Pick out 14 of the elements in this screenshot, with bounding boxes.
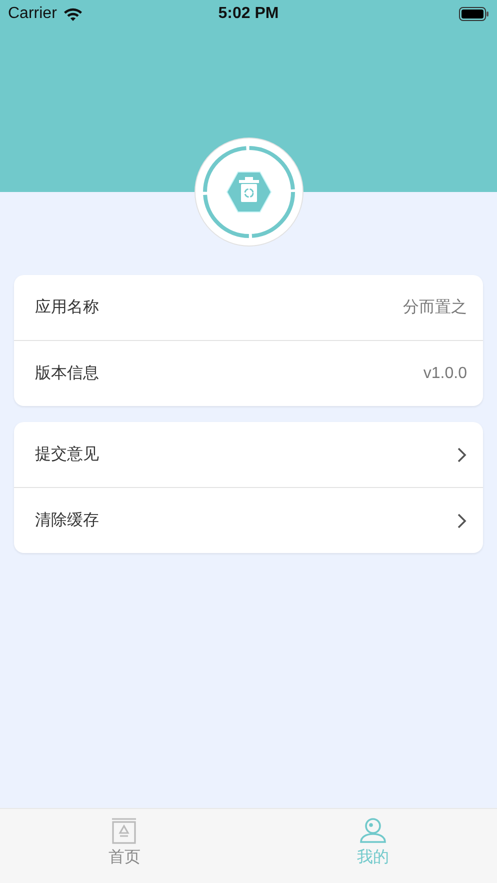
chevron-icon[interactable]: [457, 446, 467, 462]
battery-icon: [459, 7, 489, 21]
row-label[interactable]: 清除缓存: [35, 510, 99, 531]
row-label[interactable]: 提交意见: [35, 444, 99, 465]
status-time: 5:02 PM: [218, 5, 279, 23]
chevron-icon[interactable]: [457, 512, 467, 528]
wifi-icon: [62, 7, 83, 21]
row-value: v1.0.0: [423, 364, 467, 382]
recycle-bin-icon: [110, 817, 138, 845]
row-label: 版本信息: [35, 364, 99, 384]
person-icon: [358, 817, 387, 845]
row-label: 应用名称: [35, 298, 99, 318]
carrier-label: Carrier: [8, 5, 57, 23]
row-value: 分而置之: [403, 298, 467, 318]
